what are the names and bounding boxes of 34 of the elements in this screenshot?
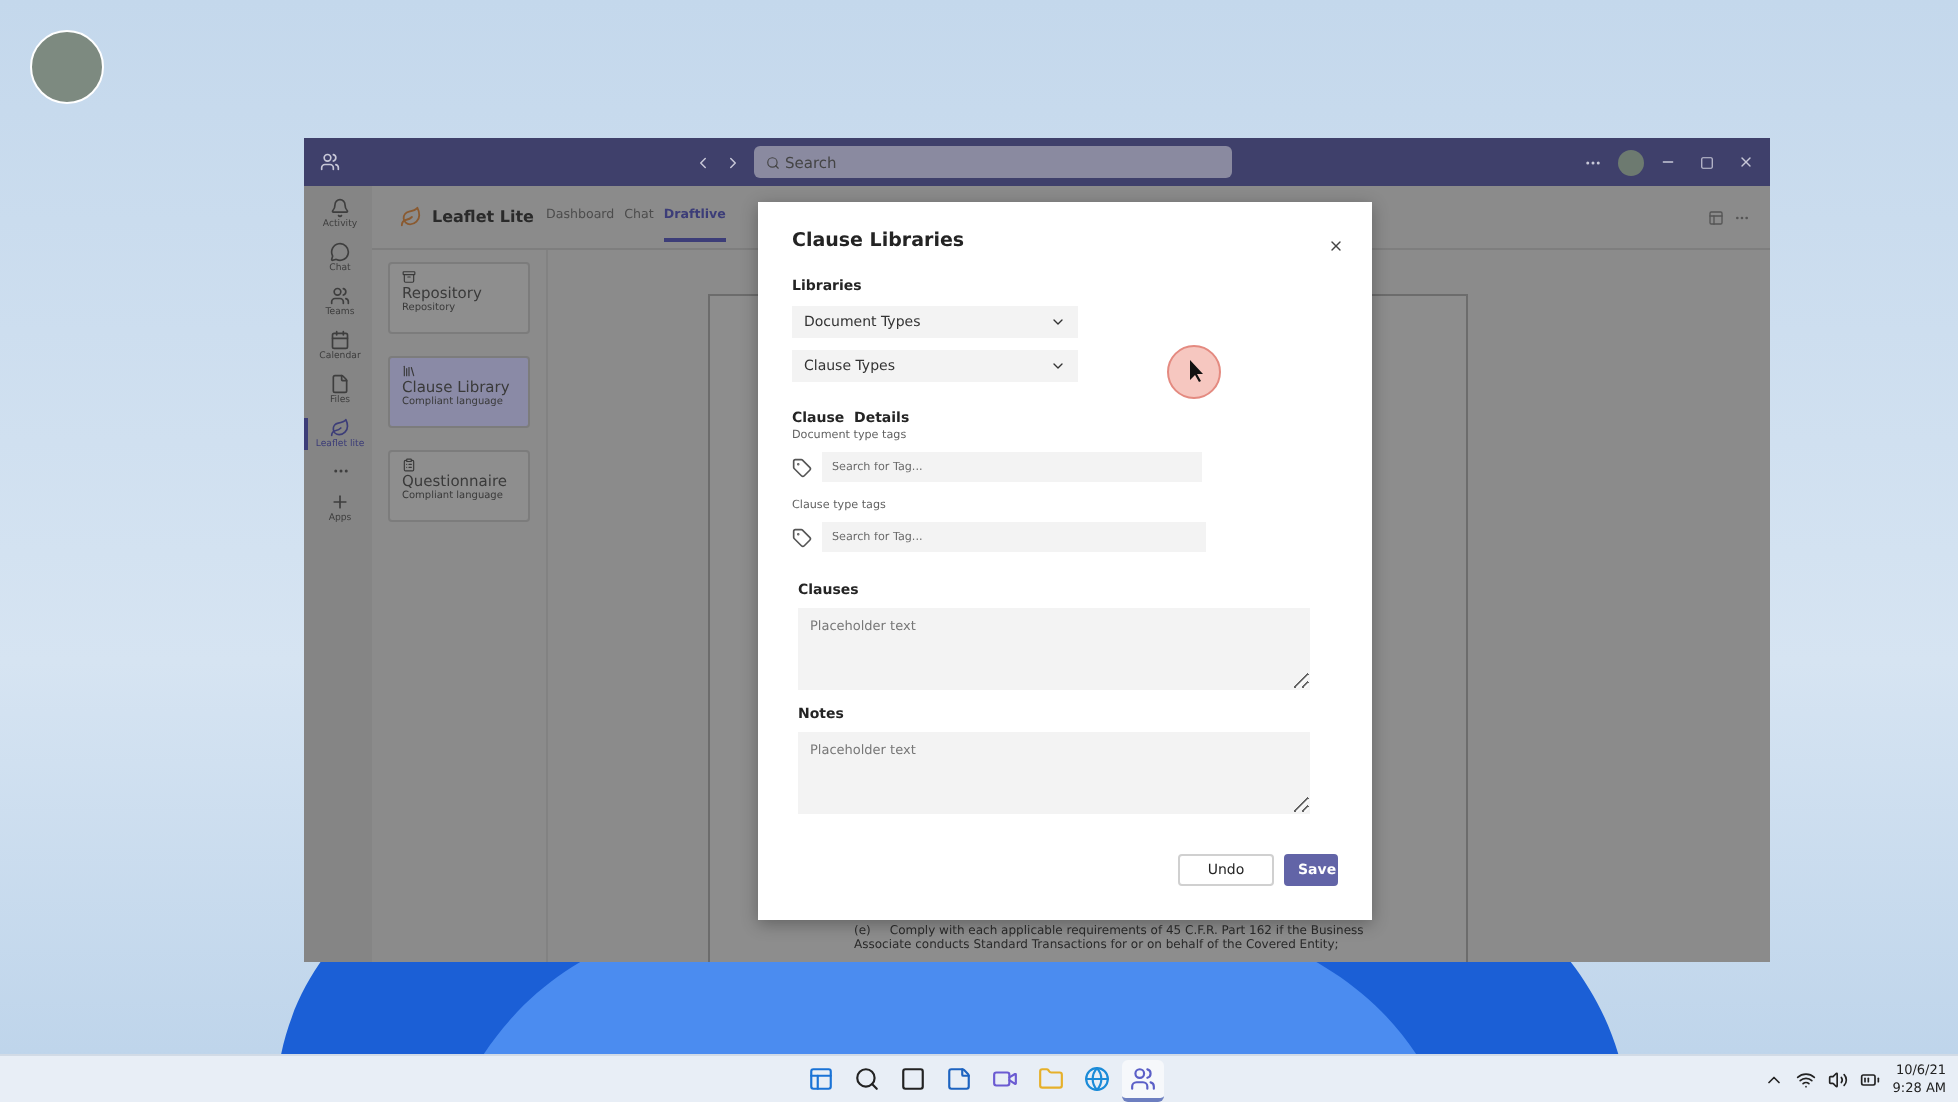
chevron-down-icon bbox=[1050, 358, 1066, 374]
volume-icon[interactable] bbox=[1828, 1069, 1849, 1089]
dialog-title: Clause Libraries bbox=[792, 230, 965, 252]
leaf-icon bbox=[330, 418, 350, 438]
chevron-down-icon bbox=[1050, 314, 1066, 330]
chat-icon bbox=[330, 242, 350, 262]
globe-icon bbox=[1084, 1065, 1110, 1091]
app-name: Leaflet Lite bbox=[432, 208, 534, 226]
leaf-icon bbox=[400, 206, 422, 228]
battery-icon[interactable] bbox=[1860, 1069, 1881, 1089]
app-logo-icon bbox=[320, 152, 340, 172]
cursor-highlight-icon bbox=[1166, 344, 1222, 400]
widgets-icon bbox=[946, 1065, 972, 1091]
archive-icon bbox=[402, 270, 416, 284]
file-icon bbox=[330, 374, 350, 394]
video-chat-icon bbox=[992, 1065, 1018, 1091]
library-icon bbox=[402, 364, 416, 378]
people-icon bbox=[1130, 1065, 1156, 1091]
bell-icon bbox=[330, 198, 350, 218]
task-view-icon bbox=[900, 1065, 926, 1091]
folder-icon bbox=[1038, 1065, 1064, 1091]
tag-icon bbox=[792, 457, 812, 477]
wifi-icon[interactable] bbox=[1796, 1069, 1817, 1089]
calendar-icon bbox=[330, 330, 350, 350]
start-icon bbox=[808, 1065, 834, 1091]
tag-icon bbox=[792, 527, 812, 547]
clipboard-icon bbox=[402, 458, 416, 472]
avatar bbox=[30, 30, 104, 104]
plus-icon bbox=[330, 492, 350, 512]
search-icon bbox=[854, 1065, 880, 1091]
search-icon bbox=[765, 155, 779, 169]
close-icon[interactable] bbox=[1328, 238, 1344, 254]
teams-icon bbox=[330, 286, 350, 306]
maximize-icon[interactable] bbox=[1700, 155, 1714, 169]
